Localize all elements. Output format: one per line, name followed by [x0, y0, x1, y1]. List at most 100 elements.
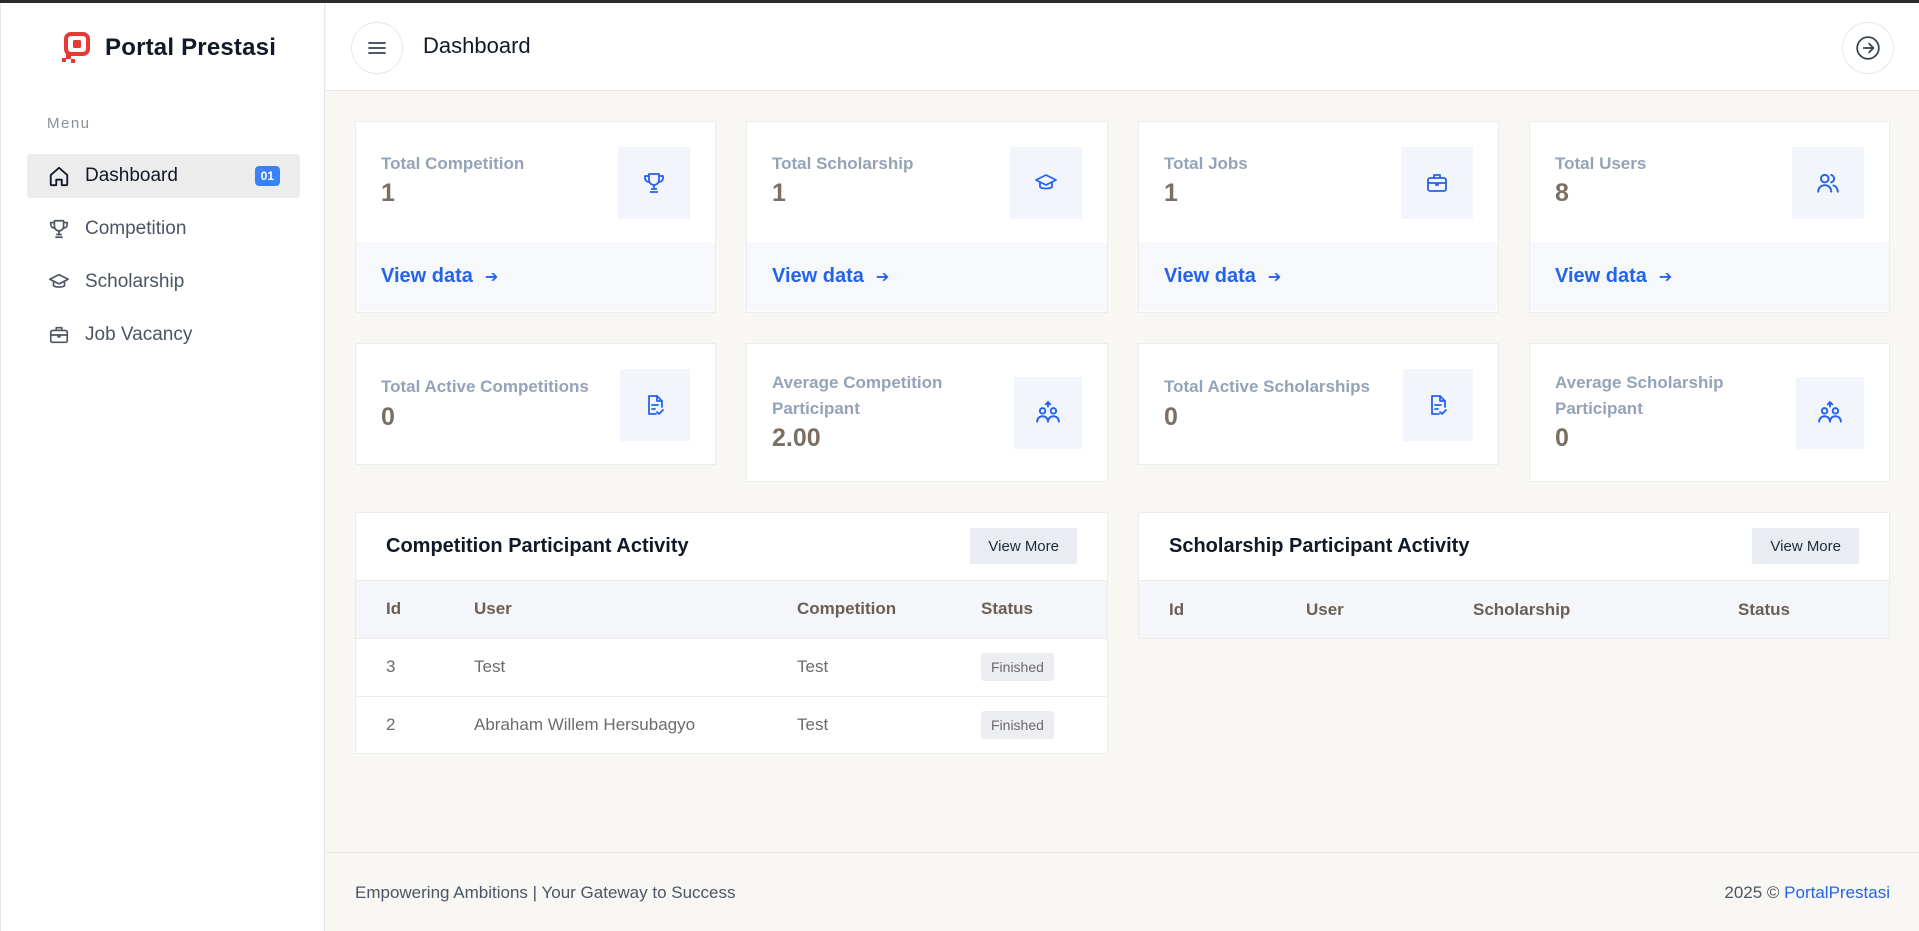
footer-tagline: Empowering Ambitions | Your Gateway to S…	[355, 883, 736, 902]
logout-button[interactable]	[1842, 22, 1894, 74]
cell-status: Finished	[951, 637, 1107, 696]
sidebar-item-label: Scholarship	[85, 271, 185, 292]
stat-value: 1	[381, 179, 395, 207]
stat-card-jobs: Total Jobs 1 View data ➔	[1138, 121, 1499, 313]
briefcase-icon	[47, 323, 71, 347]
sidebar-item-dashboard[interactable]: Dashboard 01	[27, 154, 300, 198]
view-data-link[interactable]: View data ➔	[747, 242, 1107, 311]
column-header[interactable]: Id	[1139, 581, 1276, 638]
document-check-icon	[1403, 369, 1473, 441]
document-check-icon	[620, 369, 690, 441]
stat-card-users: Total Users 8 View data ➔	[1529, 121, 1890, 313]
participants-icon	[1014, 377, 1082, 449]
sidebar-item-job-vacancy[interactable]: Job Vacancy	[27, 313, 300, 357]
view-more-button[interactable]: View More	[970, 528, 1077, 564]
graduation-cap-icon	[1010, 147, 1082, 219]
view-data-label: View data	[1164, 265, 1256, 287]
arrow-right-icon: ➔	[1267, 268, 1282, 286]
footer: Empowering Ambitions | Your Gateway to S…	[326, 852, 1919, 931]
sidebar: Portal Prestasi Menu Dashboard 01 Compet…	[0, 3, 325, 931]
sidebar-item-label: Competition	[85, 218, 187, 239]
sidebar-item-competition[interactable]: Competition	[27, 207, 300, 251]
trophy-icon	[47, 217, 71, 241]
view-data-link[interactable]: View data ➔	[1530, 242, 1889, 311]
stat-label-line: Average Competition	[772, 373, 943, 392]
menu-section-label: Menu	[47, 115, 91, 132]
scholarship-activity-panel: Scholarship Participant Activity View Mo…	[1138, 512, 1890, 639]
stat-value: 2.00	[772, 424, 821, 452]
column-header[interactable]: Competition	[767, 581, 951, 638]
status-badge: Finished	[981, 711, 1054, 740]
column-header[interactable]: User	[1276, 581, 1443, 638]
status-badge: Finished	[981, 653, 1054, 681]
panel-title: Competition Participant Activity	[386, 535, 689, 557]
table-header-row: Id User Competition Status	[356, 581, 1107, 638]
view-data-label: View data	[381, 265, 473, 287]
stat-card-avg-competition-participant: Average Competition Participant 2.00	[746, 343, 1108, 482]
stat-label: Total Competition	[381, 154, 525, 173]
column-header[interactable]: Scholarship	[1443, 581, 1708, 638]
view-data-link[interactable]: View data ➔	[356, 242, 715, 311]
graduation-cap-icon	[47, 270, 71, 294]
stat-label-line: Average Scholarship	[1555, 373, 1724, 392]
cell-user: Abraham Willem Hersubagyo	[444, 695, 767, 754]
stat-value: 0	[381, 403, 395, 431]
stat-card-competition: Total Competition 1 View data ➔	[355, 121, 716, 313]
stat-label: Average Scholarship Participant	[1555, 370, 1724, 422]
copyright-text: 2025 ©	[1724, 883, 1780, 902]
cell-id: 3	[356, 637, 444, 696]
column-header[interactable]: Status	[1708, 581, 1889, 638]
sidebar-nav: Dashboard 01 Competition Scholarship Job…	[27, 154, 300, 366]
trophy-icon	[618, 147, 690, 219]
footer-copyright: 2025 © PortalPrestasi	[1724, 883, 1890, 903]
hamburger-icon	[368, 42, 386, 54]
arrow-right-icon: ➔	[484, 268, 499, 286]
page-title: Dashboard	[423, 33, 531, 58]
column-header[interactable]: User	[444, 581, 767, 638]
competition-activity-panel: Competition Participant Activity View Mo…	[355, 512, 1108, 754]
view-data-link[interactable]: View data ➔	[1139, 242, 1498, 311]
arrow-right-circle-icon	[1856, 36, 1880, 60]
stat-value: 1	[1164, 179, 1178, 207]
sidebar-item-label: Job Vacancy	[85, 324, 193, 345]
stat-label: Total Active Competitions	[381, 377, 589, 396]
stat-label-line: Participant	[772, 399, 860, 418]
stat-card-active-scholarships: Total Active Scholarships 0	[1138, 343, 1499, 465]
hamburger-menu-button[interactable]	[351, 22, 403, 74]
stat-value: 0	[1555, 424, 1569, 452]
column-header[interactable]: Status	[951, 581, 1107, 638]
column-header[interactable]: Id	[356, 581, 444, 638]
view-data-label: View data	[1555, 265, 1647, 287]
table-header-row: Id User Scholarship Status	[1139, 581, 1889, 638]
participants-icon	[1796, 377, 1864, 449]
brand[interactable]: Portal Prestasi	[59, 31, 276, 65]
home-icon	[47, 164, 71, 188]
cell-competition: Test	[767, 695, 951, 754]
stat-card-scholarship: Total Scholarship 1 View data ➔	[746, 121, 1108, 313]
scholarship-activity-table: Id User Scholarship Status	[1139, 581, 1889, 638]
competition-activity-table: Id User Competition Status 3 Test Test F…	[356, 581, 1107, 754]
stat-value: 8	[1555, 179, 1569, 207]
stat-label: Average Competition Participant	[772, 370, 942, 422]
table-row[interactable]: 3 Test Test Finished	[356, 637, 1107, 696]
stat-label: Total Jobs	[1164, 154, 1248, 173]
stat-value: 0	[1164, 403, 1178, 431]
portal-logo-icon	[62, 32, 90, 63]
cell-competition: Test	[767, 637, 951, 696]
stat-label-line: Participant	[1555, 399, 1643, 418]
sidebar-item-label: Dashboard	[85, 165, 178, 186]
sidebar-item-scholarship[interactable]: Scholarship	[27, 260, 300, 304]
count-badge: 01	[254, 166, 280, 186]
table-row[interactable]: 2 Abraham Willem Hersubagyo Test Finishe…	[356, 695, 1107, 754]
brand-name: Portal Prestasi	[105, 34, 277, 61]
view-more-button[interactable]: View More	[1752, 528, 1859, 564]
stat-card-active-competitions: Total Active Competitions 0	[355, 343, 716, 465]
stat-card-avg-scholarship-participant: Average Scholarship Participant 0	[1529, 343, 1890, 482]
cell-status: Finished	[951, 695, 1107, 754]
topbar: Dashboard	[326, 3, 1919, 91]
panel-title: Scholarship Participant Activity	[1169, 535, 1470, 557]
arrow-right-icon: ➔	[1658, 268, 1673, 286]
cell-user: Test	[444, 637, 767, 696]
footer-brand-link[interactable]: PortalPrestasi	[1784, 883, 1890, 902]
stat-label: Total Users	[1555, 154, 1647, 173]
